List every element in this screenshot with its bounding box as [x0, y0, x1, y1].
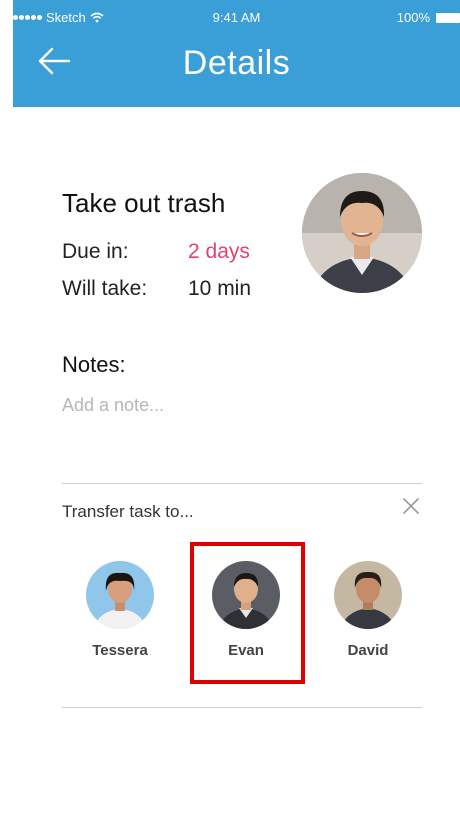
- notes-label: Notes:: [62, 352, 126, 377]
- person-avatar: [86, 561, 154, 629]
- avatar-photo: [302, 173, 422, 293]
- person-avatar: [334, 561, 402, 629]
- duration-value: 10 min: [188, 277, 252, 300]
- divider: [62, 483, 422, 484]
- due-label: Due in:: [62, 240, 129, 263]
- battery-icon: [436, 12, 460, 23]
- transfer-person-david[interactable]: David: [318, 561, 418, 659]
- note-input[interactable]: [62, 395, 362, 416]
- duration-row: Will take: 10 min: [62, 277, 251, 301]
- task-title: Take out trash: [62, 188, 226, 218]
- close-icon[interactable]: [400, 495, 422, 517]
- person-name: David: [347, 642, 389, 659]
- divider: [62, 707, 422, 708]
- top-bar: Sketch 9:41 AM 100% Details: [13, 0, 460, 107]
- status-bar: Sketch 9:41 AM 100%: [13, 0, 460, 30]
- battery-indicator: 100%: [397, 10, 460, 25]
- person-name: Tessera: [92, 642, 148, 659]
- due-value: 2 days: [188, 240, 250, 263]
- due-row: Due in: 2 days: [62, 240, 250, 264]
- duration-label: Will take:: [62, 277, 148, 300]
- transfer-person-tessera[interactable]: Tessera: [70, 561, 170, 659]
- page-title: Details: [182, 44, 291, 82]
- transfer-label: Transfer task to...: [62, 502, 194, 521]
- assignee-avatar[interactable]: [302, 173, 422, 293]
- battery-label: 100%: [396, 10, 430, 25]
- selection-highlight: [190, 542, 305, 684]
- status-time: 9:41 AM: [212, 10, 261, 25]
